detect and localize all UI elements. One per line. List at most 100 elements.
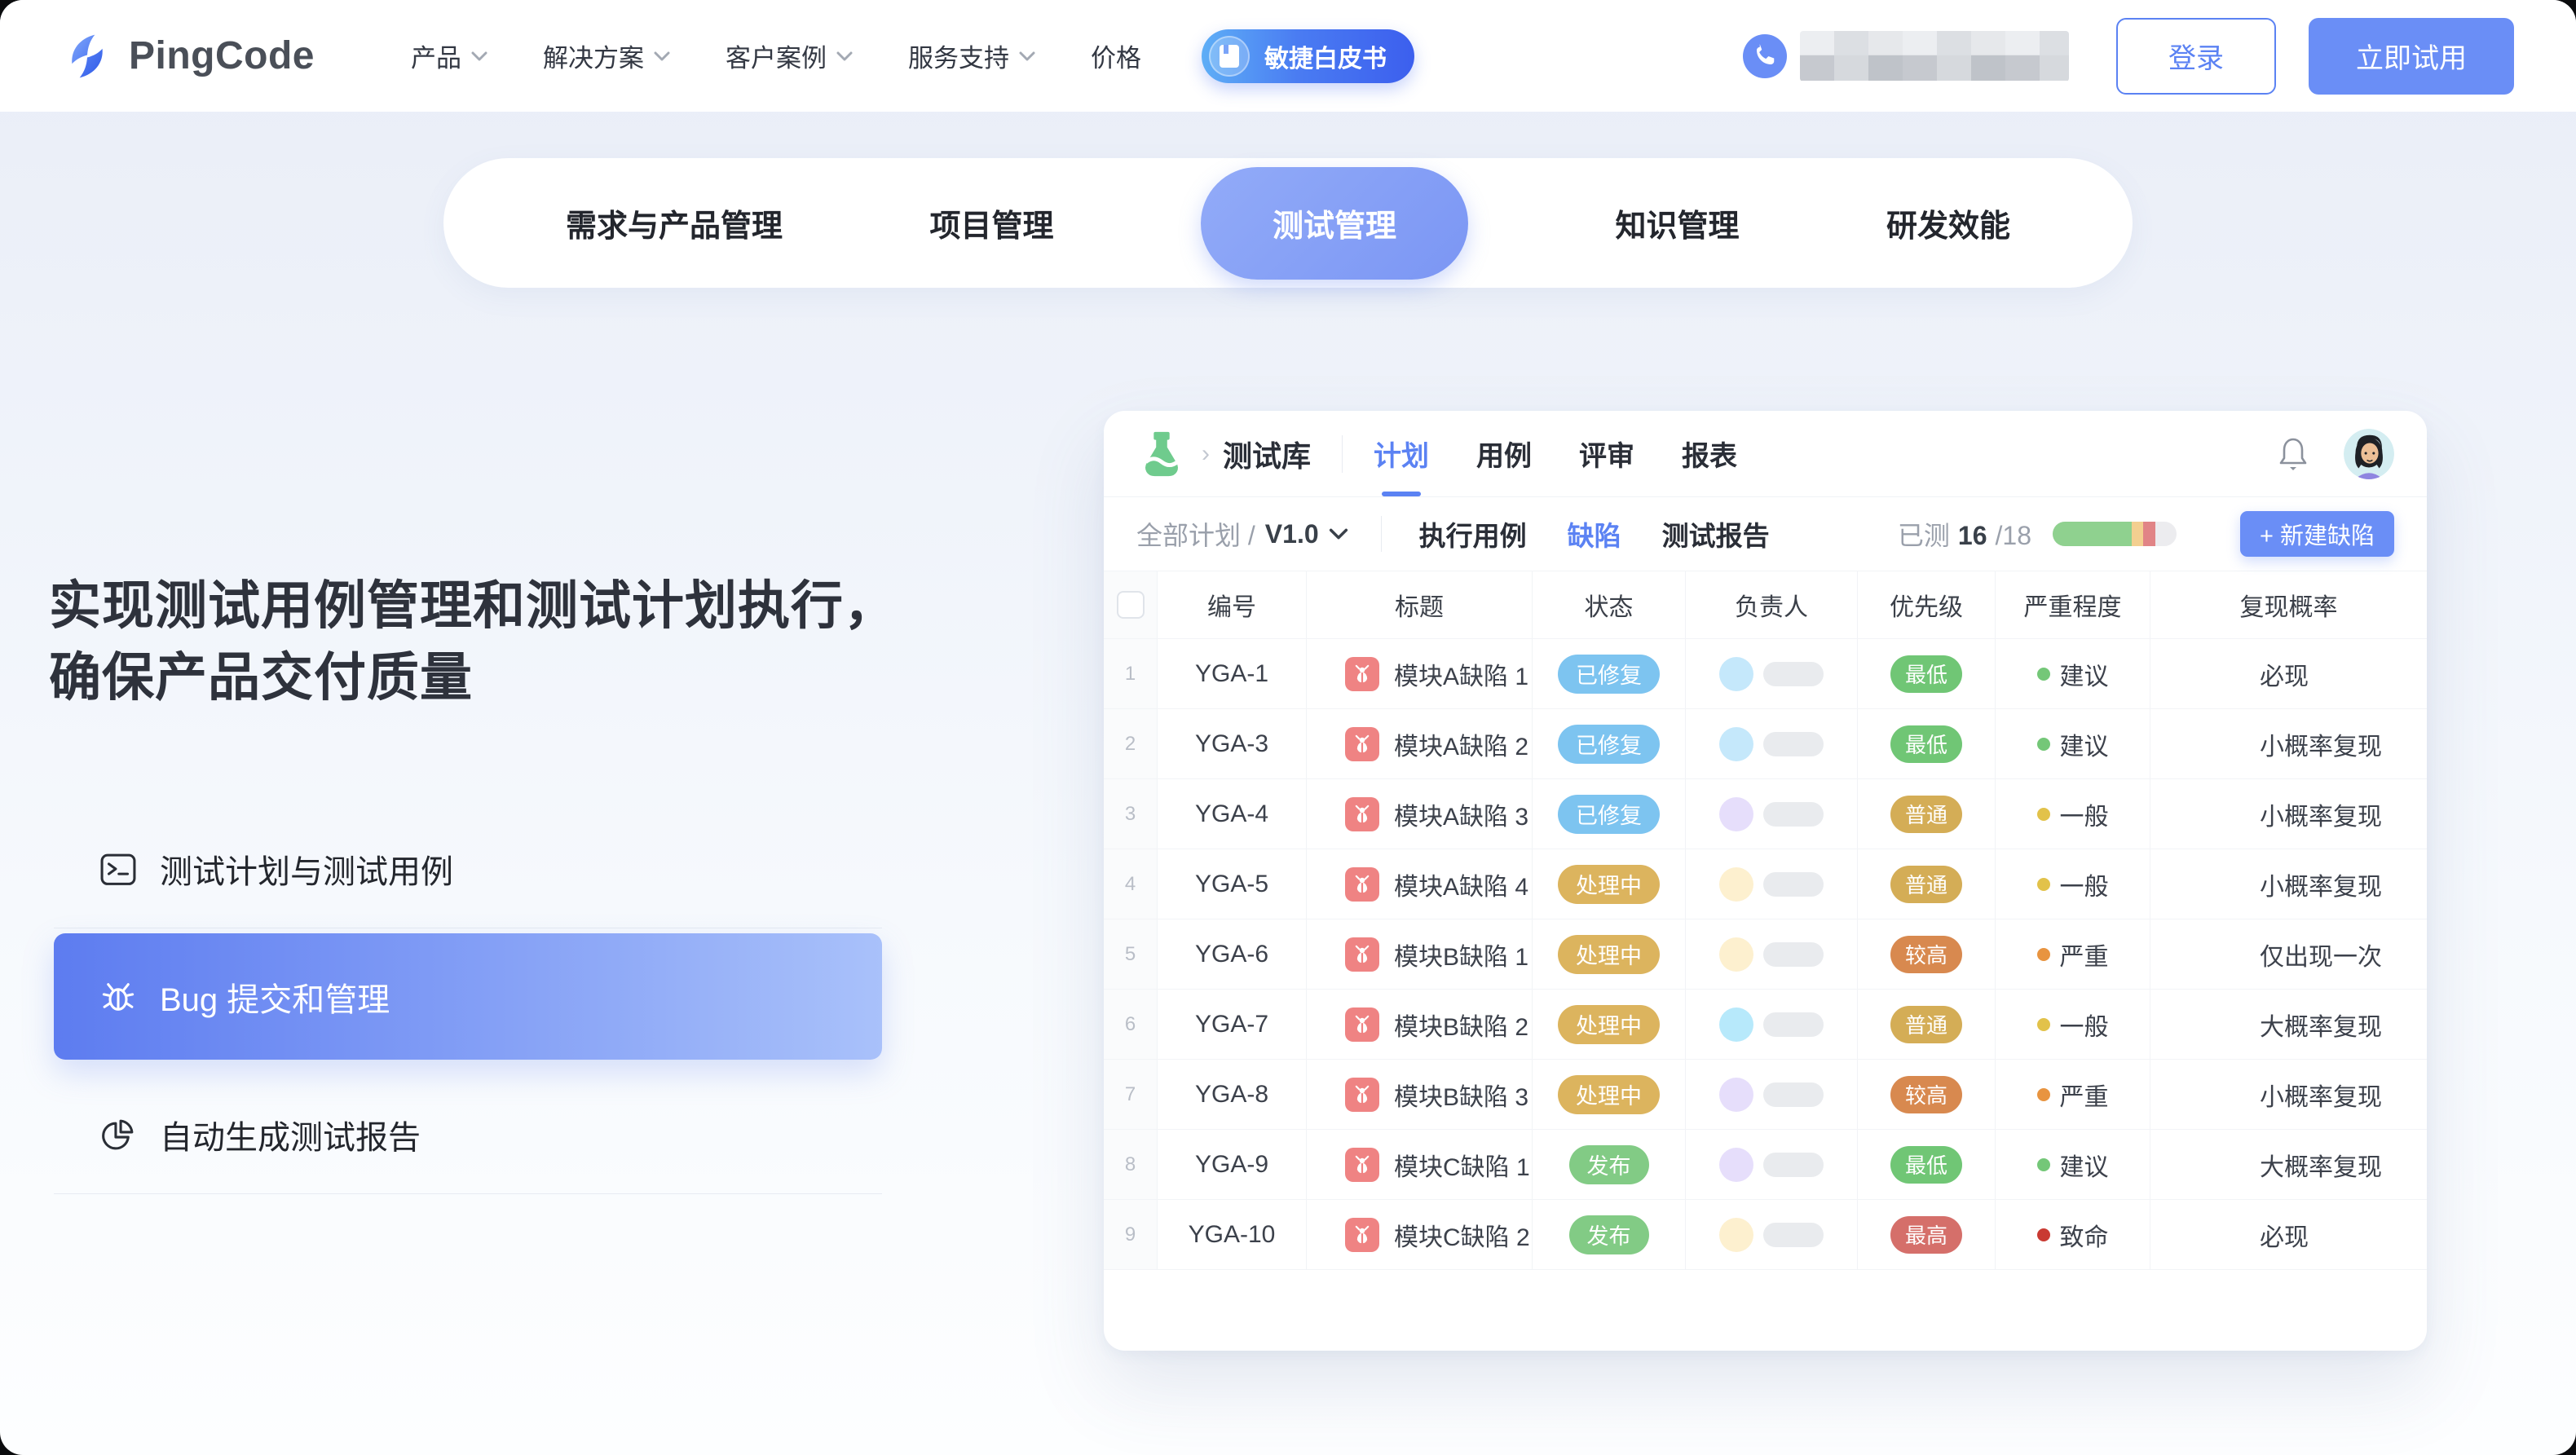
defect-title-cell: 模块C缺陷 2 — [1307, 1200, 1533, 1269]
row-number: 7 — [1104, 1060, 1158, 1129]
row-number: 4 — [1104, 849, 1158, 919]
row-number: 8 — [1104, 1130, 1158, 1199]
chevron-down-icon — [1019, 51, 1035, 61]
probability-cell: 必现 — [2150, 639, 2427, 708]
feature-bug-management[interactable]: Bug 提交和管理 — [54, 933, 882, 1060]
table-row[interactable]: 3YGA-4模块A缺陷 3已修复普通一般小概率复现 — [1104, 779, 2427, 849]
table-row[interactable]: 9YGA-10模块C缺陷 2发布最高致命必现 — [1104, 1200, 2427, 1270]
priority-cell: 较高 — [1858, 919, 1996, 989]
tab-testing[interactable]: 测试管理 — [1201, 167, 1468, 280]
defect-title: 模块A缺陷 3 — [1394, 796, 1528, 832]
app-tab-review[interactable]: 评审 — [1579, 411, 1634, 496]
table-row[interactable]: 7YGA-8模块B缺陷 3处理中较高严重小概率复现 — [1104, 1060, 2427, 1130]
whitepaper-badge[interactable]: 敏捷白皮书 — [1202, 29, 1414, 83]
tab-requirements[interactable]: 需求与产品管理 — [566, 201, 783, 245]
defect-id: YGA-10 — [1158, 1200, 1307, 1269]
priority-cell: 较高 — [1858, 1060, 1996, 1129]
tab-projects[interactable]: 项目管理 — [929, 201, 1053, 245]
tested-progress-label: 已测 16 /18 — [1898, 515, 2031, 553]
divider — [54, 1193, 882, 1194]
table-row[interactable]: 5YGA-6模块B缺陷 1处理中较高严重仅出现一次 — [1104, 919, 2427, 990]
severity-cell: 严重 — [1996, 919, 2150, 989]
priority-badge: 最低 — [1890, 1146, 1962, 1184]
view-defects[interactable]: 缺陷 — [1568, 514, 1621, 553]
status-badge: 发布 — [1569, 1215, 1649, 1254]
app-tab-plan[interactable]: 计划 — [1374, 411, 1429, 496]
bug-icon — [1345, 1218, 1379, 1252]
select-all-checkbox[interactable] — [1117, 591, 1145, 619]
feature-test-reports[interactable]: 自动生成测试报告 — [54, 1097, 882, 1172]
pingcode-logo-icon — [62, 31, 112, 82]
assignee-cell — [1686, 990, 1858, 1059]
table-row[interactable]: 4YGA-5模块A缺陷 4处理中普通一般小概率复现 — [1104, 849, 2427, 919]
priority-cell: 普通 — [1858, 990, 1996, 1059]
status-cell: 处理中 — [1533, 990, 1686, 1059]
defect-title-cell: 模块B缺陷 1 — [1307, 919, 1533, 989]
nav-item-products[interactable]: 产品 — [411, 37, 487, 74]
status-cell: 已修复 — [1533, 639, 1686, 708]
try-now-button[interactable]: 立即试用 — [2309, 18, 2514, 95]
tab-knowledge[interactable]: 知识管理 — [1615, 201, 1739, 245]
defect-id: YGA-9 — [1158, 1130, 1307, 1199]
status-cell: 处理中 — [1533, 849, 1686, 919]
assignee-avatar — [1719, 1218, 1753, 1252]
pingcode-logo[interactable]: PingCode — [62, 31, 315, 82]
view-test-report[interactable]: 测试报告 — [1662, 514, 1770, 553]
assignee-cell — [1686, 1200, 1858, 1269]
severity-cell: 建议 — [1996, 639, 2150, 708]
severity-dot — [2037, 878, 2050, 891]
table-row[interactable]: 8YGA-9模块C缺陷 1发布最低建议大概率复现 — [1104, 1130, 2427, 1200]
defect-title-cell: 模块A缺陷 3 — [1307, 779, 1533, 849]
priority-cell: 普通 — [1858, 779, 1996, 849]
view-execute-cases[interactable]: 执行用例 — [1419, 514, 1527, 553]
bug-icon — [1345, 1007, 1379, 1042]
severity-label: 一般 — [2060, 1007, 2109, 1043]
severity-dot — [2037, 1228, 2050, 1241]
defect-title-cell: 模块B缺陷 2 — [1307, 990, 1533, 1059]
bell-icon[interactable] — [2277, 436, 2309, 472]
row-number: 1 — [1104, 639, 1158, 708]
severity-dot — [2037, 1158, 2050, 1171]
nav-item-pricing[interactable]: 价格 — [1091, 37, 1141, 74]
defect-title: 模块B缺陷 3 — [1394, 1077, 1528, 1113]
nav-item-customers[interactable]: 客户案例 — [726, 37, 853, 74]
assignee-avatar — [1719, 867, 1753, 902]
severity-dot — [2037, 738, 2050, 751]
bug-icon — [1345, 1078, 1379, 1112]
nav-item-support[interactable]: 服务支持 — [908, 37, 1035, 74]
assignee-name-placeholder — [1763, 942, 1824, 967]
assignee-name-placeholder — [1763, 662, 1824, 686]
bug-icon — [1345, 937, 1379, 972]
tab-efficiency[interactable]: 研发效能 — [1886, 201, 2010, 245]
feature-test-plans[interactable]: 测试计划与测试用例 — [54, 831, 882, 906]
page: PingCode 产品 解决方案 客户案例 服务支持 价格 — [0, 0, 2576, 1455]
table-row[interactable]: 6YGA-7模块B缺陷 2处理中普通一般大概率复现 — [1104, 990, 2427, 1060]
book-icon — [1209, 36, 1250, 77]
assignee-cell — [1686, 849, 1858, 919]
severity-label: 建议 — [2060, 726, 2109, 762]
login-button[interactable]: 登录 — [2116, 18, 2276, 95]
status-cell: 处理中 — [1533, 919, 1686, 989]
app-tab-reports[interactable]: 报表 — [1682, 411, 1737, 496]
navbar: PingCode 产品 解决方案 客户案例 服务支持 价格 — [0, 0, 2576, 112]
probability-cell: 小概率复现 — [2150, 849, 2427, 919]
nav-item-solutions[interactable]: 解决方案 — [543, 37, 670, 74]
plan-selector[interactable]: 全部计划 / V1.0 — [1136, 515, 1348, 553]
bug-icon — [1345, 657, 1379, 691]
priority-badge: 最低 — [1890, 655, 1962, 693]
bug-icon — [1345, 867, 1379, 902]
row-number: 6 — [1104, 990, 1158, 1059]
status-badge: 处理中 — [1558, 1005, 1660, 1044]
table-row[interactable]: 2YGA-3模块A缺陷 2已修复最低建议小概率复现 — [1104, 709, 2427, 779]
assignee-name-placeholder — [1763, 872, 1824, 897]
page-title: 实现测试用例管理和测试计划执行， 确保产品交付质量 — [49, 571, 986, 713]
new-defect-button[interactable]: + 新建缺陷 — [2240, 511, 2394, 557]
status-badge: 处理中 — [1558, 865, 1660, 904]
avatar[interactable] — [2344, 429, 2394, 479]
assignee-avatar — [1719, 727, 1753, 761]
app-tab-cases[interactable]: 用例 — [1476, 411, 1532, 496]
assignee-name-placeholder — [1763, 1223, 1824, 1247]
table-row[interactable]: 1YGA-1模块A缺陷 1已修复最低建议必现 — [1104, 639, 2427, 709]
column-header: 状态 — [1533, 571, 1686, 638]
assignee-cell — [1686, 779, 1858, 849]
